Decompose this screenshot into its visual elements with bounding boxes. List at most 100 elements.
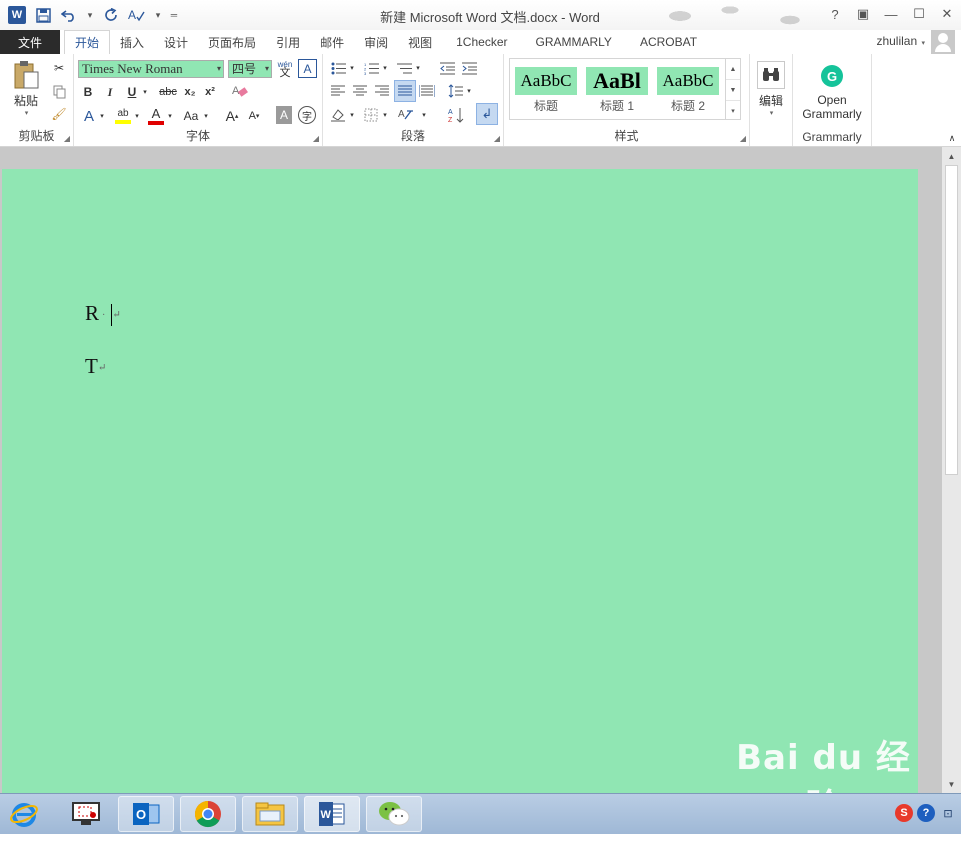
tab-references[interactable]: 引用	[266, 30, 310, 54]
borders-icon[interactable]	[362, 106, 380, 124]
paste-button[interactable]: 粘贴 ▾	[8, 58, 44, 118]
scroll-thumb[interactable]	[945, 165, 958, 475]
minimize-icon[interactable]: —	[877, 2, 905, 26]
font-launcher-icon[interactable]: ◢	[313, 134, 319, 143]
tab-grammarly[interactable]: GRAMMARLY	[521, 30, 625, 54]
tab-design[interactable]: 设计	[154, 30, 198, 54]
highlight-color-icon[interactable]: ab	[113, 105, 133, 127]
underline-button[interactable]: U	[124, 83, 140, 101]
chinese-layout-dropdown-icon[interactable]: ▾	[420, 106, 428, 124]
underline-dropdown-icon[interactable]: ▾	[141, 83, 149, 101]
close-icon[interactable]: ✕	[933, 2, 961, 26]
tab-view[interactable]: 视图	[398, 30, 442, 54]
numbering-dropdown-icon[interactable]: ▾	[381, 59, 389, 77]
character-shading-icon[interactable]: A	[276, 106, 292, 124]
shading-dropdown-icon[interactable]: ▾	[348, 106, 356, 124]
avatar[interactable]	[931, 30, 955, 54]
change-case-button[interactable]: Aa	[180, 106, 202, 126]
font-size-combobox[interactable]: 四号 ▾	[228, 60, 272, 78]
paragraph-2[interactable]: T↵	[85, 354, 106, 379]
spellcheck-dropdown-icon[interactable]: ▾	[152, 4, 164, 26]
multilevel-dropdown-icon[interactable]: ▾	[414, 59, 422, 77]
sogou-icon[interactable]: S	[895, 804, 913, 822]
character-border-icon[interactable]: A	[298, 59, 317, 78]
redo-icon[interactable]	[100, 4, 122, 26]
increase-indent-icon[interactable]	[460, 59, 478, 77]
multilevel-list-icon[interactable]	[395, 59, 413, 77]
tab-mailings[interactable]: 邮件	[310, 30, 354, 54]
change-case-dropdown-icon[interactable]: ▾	[202, 106, 210, 126]
scroll-down-icon[interactable]: ▼	[942, 775, 961, 793]
screenshot-tool-icon[interactable]	[58, 796, 114, 832]
maximize-icon[interactable]: ☐	[905, 2, 933, 26]
file-explorer-icon[interactable]	[242, 796, 298, 832]
internet-explorer-icon[interactable]	[2, 796, 46, 832]
styles-launcher-icon[interactable]: ◢	[740, 134, 746, 143]
font-name-combobox[interactable]: Times New Roman ▾	[78, 60, 224, 78]
undo-icon[interactable]	[58, 4, 80, 26]
strikethrough-button[interactable]: abc	[157, 83, 179, 101]
numbering-icon[interactable]: 123	[362, 59, 380, 77]
editing-button[interactable]: 编辑 ▾	[752, 58, 790, 120]
subscript-button[interactable]: x₂	[182, 83, 198, 101]
network-icon[interactable]: ⊡	[939, 804, 957, 822]
tab-1checker[interactable]: 1Checker	[442, 30, 521, 54]
styles-scroll-down-icon[interactable]: ▼	[726, 80, 740, 101]
distributed-icon[interactable]	[418, 82, 436, 100]
tab-file[interactable]: 文件	[0, 30, 60, 54]
save-icon[interactable]	[32, 4, 54, 26]
cut-icon[interactable]: ✂	[50, 59, 68, 77]
align-center-icon[interactable]	[351, 82, 369, 100]
word-icon[interactable]: W	[304, 796, 360, 832]
chinese-layout-icon[interactable]: A	[396, 105, 418, 125]
phonetic-guide-button[interactable]: wén 文	[276, 58, 294, 80]
shrink-font-button[interactable]: A ▾	[246, 106, 262, 126]
italic-button[interactable]: I	[102, 83, 118, 101]
style-heading-2[interactable]: AaBbC 标题 2	[655, 62, 721, 114]
clear-formatting-icon[interactable]: A	[230, 81, 250, 101]
shading-icon[interactable]	[329, 106, 347, 124]
undo-dropdown-icon[interactable]: ▾	[84, 4, 96, 26]
user-account[interactable]: zhulilan ▾	[876, 34, 925, 48]
highlight-dropdown-icon[interactable]: ▾	[133, 106, 141, 126]
style-heading-1[interactable]: AaBl 标题 1	[584, 62, 650, 114]
document-page[interactable]: R · ↵ T↵	[2, 169, 918, 793]
enclose-characters-icon[interactable]: 字	[298, 106, 316, 124]
tab-home[interactable]: 开始	[64, 30, 111, 55]
bold-button[interactable]: B	[80, 83, 96, 101]
bullets-dropdown-icon[interactable]: ▾	[348, 59, 356, 77]
justify-icon[interactable]	[394, 80, 416, 102]
word-app-icon[interactable]: W	[6, 4, 28, 26]
tab-page-layout[interactable]: 页面布局	[198, 30, 266, 54]
paragraph-launcher-icon[interactable]: ◢	[494, 134, 500, 143]
style-heading[interactable]: AaBbC 标题	[513, 62, 579, 114]
sort-icon[interactable]: AZ	[446, 105, 468, 125]
spellcheck-icon[interactable]: A	[126, 4, 148, 26]
format-painter-icon[interactable]: 🖌	[50, 105, 68, 123]
line-spacing-icon[interactable]	[446, 82, 464, 100]
styles-more-icon[interactable]: ▾	[726, 101, 740, 121]
paragraph-1[interactable]: R · ↵	[85, 301, 121, 327]
align-right-icon[interactable]	[373, 82, 391, 100]
help-icon[interactable]: ?	[917, 804, 935, 822]
font-color-icon[interactable]: A	[147, 105, 165, 127]
line-spacing-dropdown-icon[interactable]: ▾	[465, 82, 473, 100]
borders-dropdown-icon[interactable]: ▾	[381, 106, 389, 124]
align-left-icon[interactable]	[329, 82, 347, 100]
copy-icon[interactable]	[50, 83, 68, 101]
grow-font-button[interactable]: A ▴	[224, 106, 240, 126]
vertical-scrollbar[interactable]: ▲ ▼	[942, 147, 961, 793]
tab-review[interactable]: 审阅	[354, 30, 398, 54]
tab-acrobat[interactable]: ACROBAT	[626, 30, 711, 54]
bullets-icon[interactable]	[329, 59, 347, 77]
tab-insert[interactable]: 插入	[110, 30, 154, 54]
clipboard-launcher-icon[interactable]: ◢	[64, 134, 70, 143]
decrease-indent-icon[interactable]	[438, 59, 456, 77]
text-effects-icon[interactable]: A	[80, 106, 98, 126]
wechat-icon[interactable]	[366, 796, 422, 832]
customize-qat-icon[interactable]: ═	[168, 4, 180, 26]
styles-scroll-up-icon[interactable]: ▲	[726, 59, 740, 80]
help-icon[interactable]: ?	[821, 2, 849, 26]
show-formatting-marks-icon[interactable]: ↲	[476, 103, 498, 125]
chrome-icon[interactable]	[180, 796, 236, 832]
